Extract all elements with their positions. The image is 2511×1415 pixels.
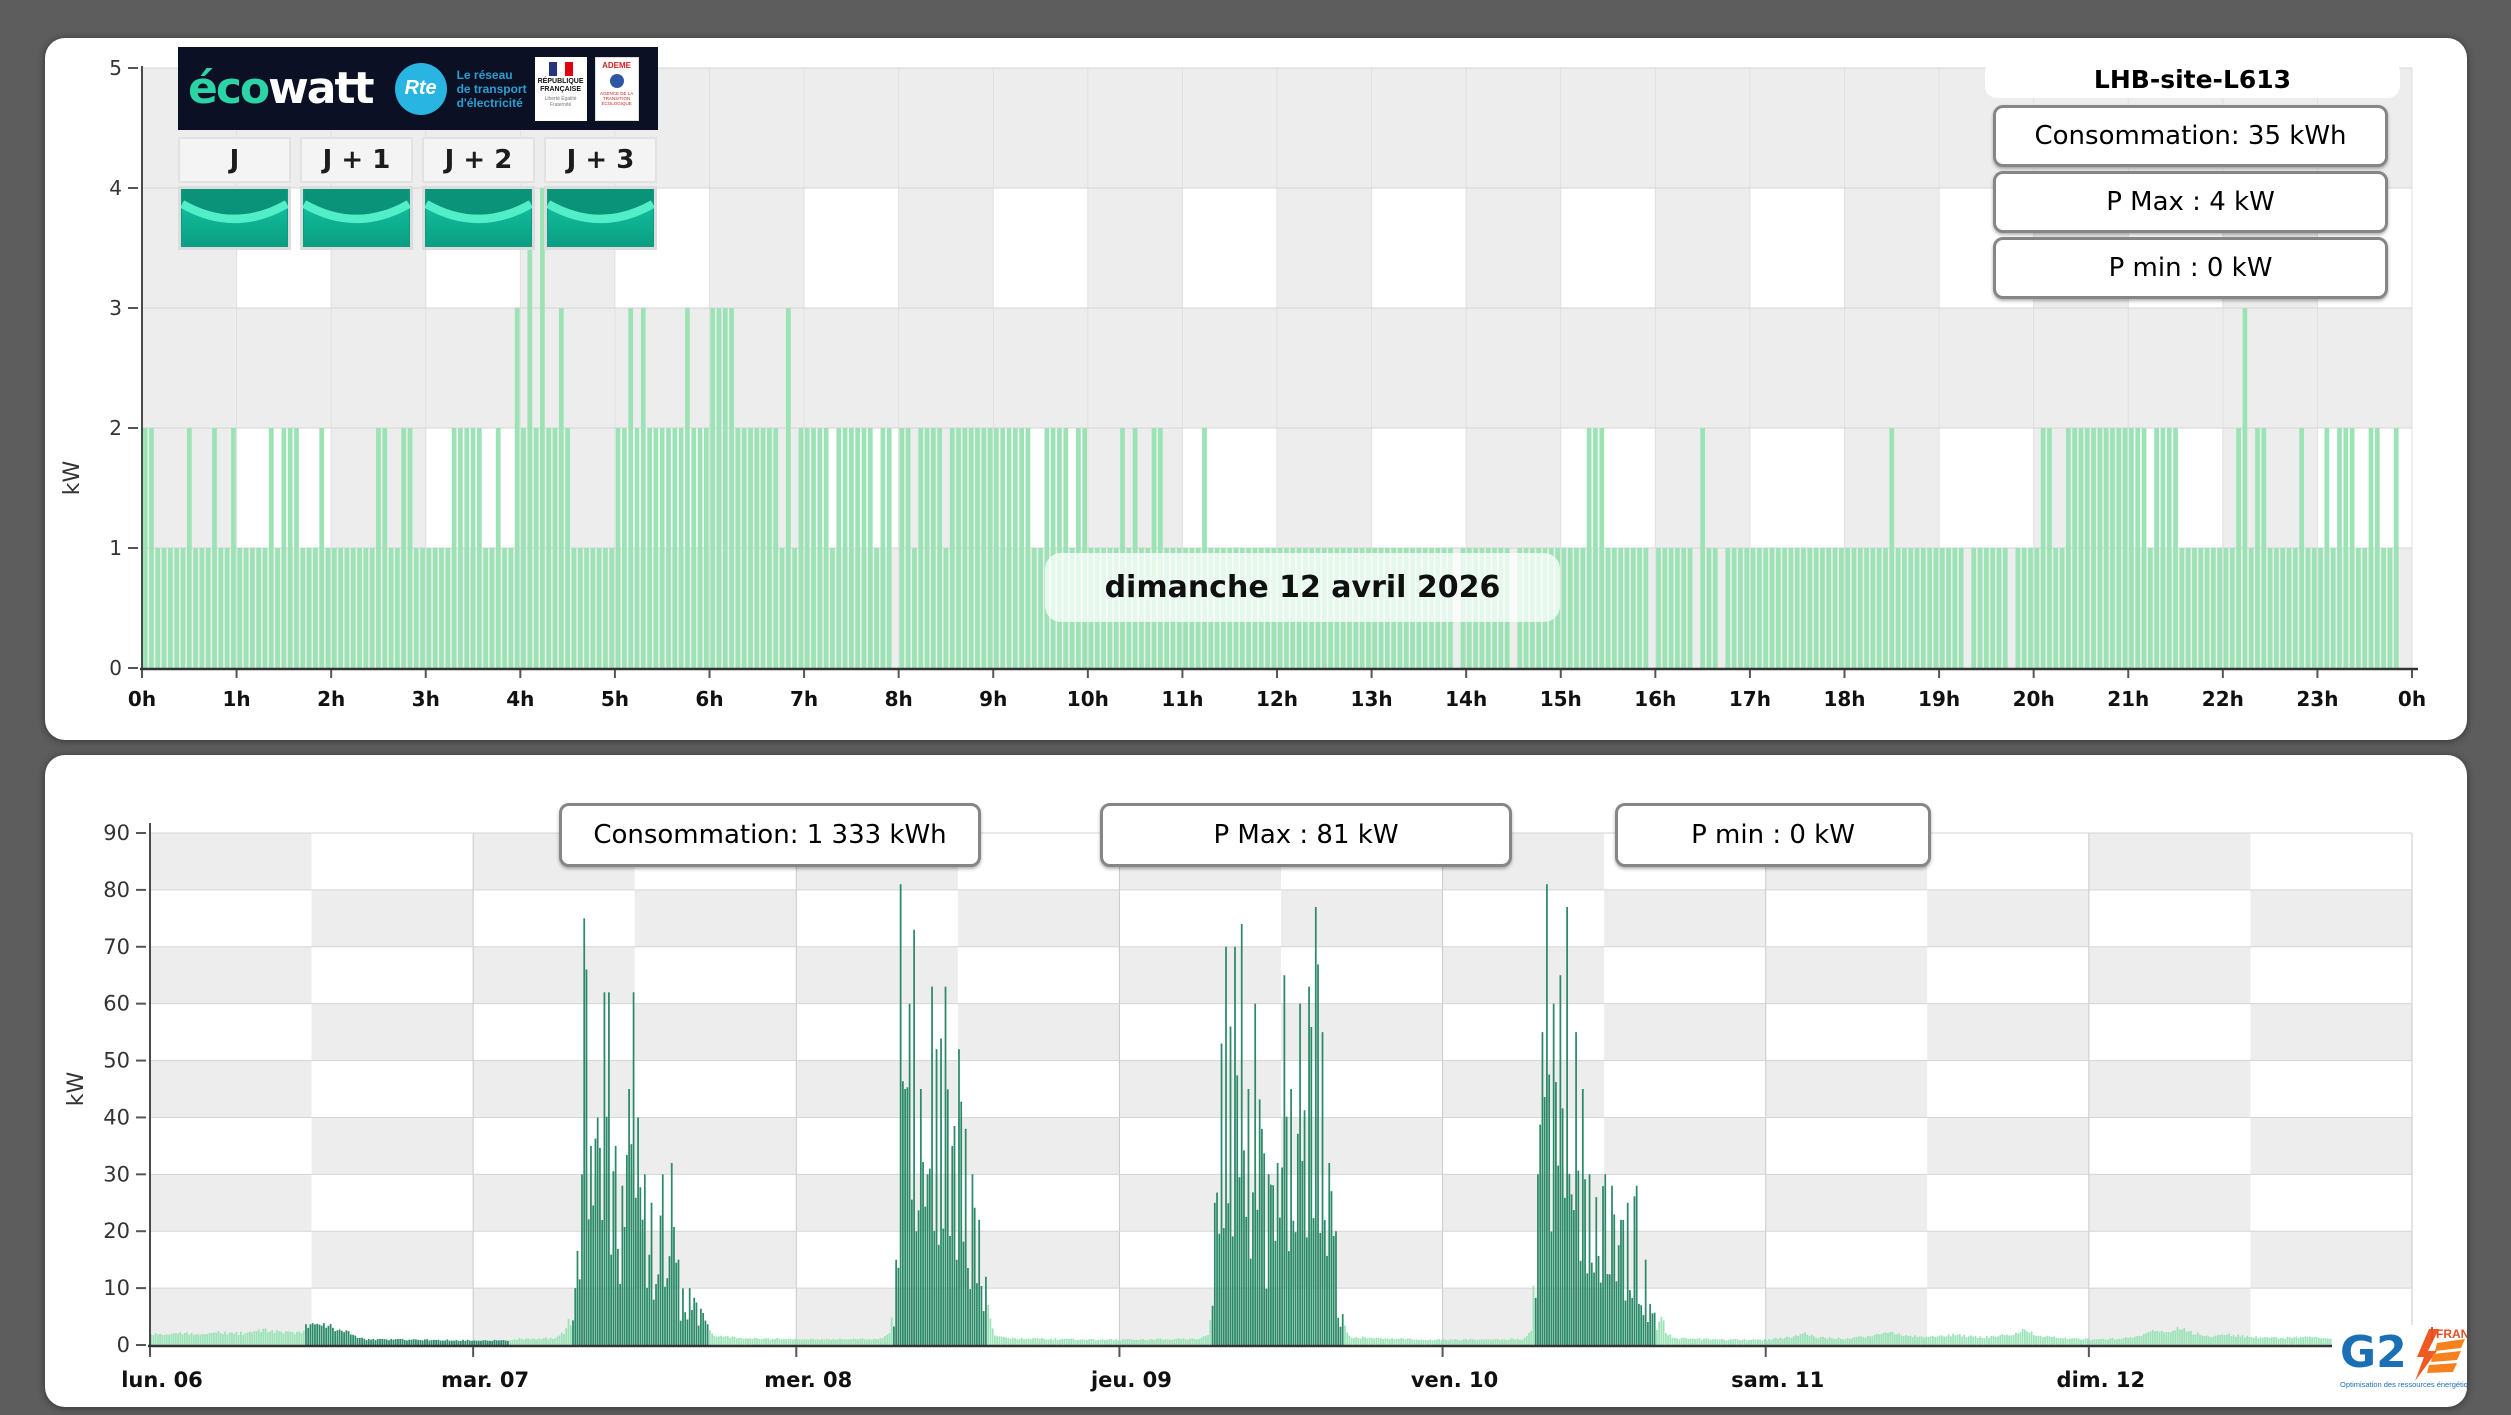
ecowatt-gauge-j2-icon[interactable] xyxy=(422,186,535,250)
svg-text:mar. 07: mar. 07 xyxy=(441,1368,529,1392)
weekly-pmin-stat: P min : 0 kW xyxy=(1615,803,1931,867)
svg-text:16h: 16h xyxy=(1634,687,1676,711)
svg-text:11h: 11h xyxy=(1161,687,1203,711)
svg-text:19h: 19h xyxy=(1918,687,1960,711)
svg-text:14h: 14h xyxy=(1445,687,1487,711)
g2e-tagline: Optimisation des ressources énergétiques xyxy=(2340,1380,2467,1389)
weekly-consumption-stat: Consommation: 1 333 kWh xyxy=(559,803,981,867)
weekly-pmax-stat: P Max : 81 kW xyxy=(1100,803,1512,867)
svg-text:dim. 12: dim. 12 xyxy=(2057,1368,2146,1392)
day-button-j2-label[interactable]: J + 2 xyxy=(422,137,535,183)
svg-text:40: 40 xyxy=(103,1105,130,1129)
svg-text:1h: 1h xyxy=(223,687,251,711)
day-button-j3-label[interactable]: J + 3 xyxy=(544,137,657,183)
svg-text:22h: 22h xyxy=(2202,687,2244,711)
ecowatt-eco-text: éco xyxy=(188,63,270,114)
date-label: dimanche 12 avril 2026 xyxy=(1045,553,1560,622)
svg-text:0h: 0h xyxy=(2398,687,2426,711)
daily-chart-panel: 0 1 2 3 4 5 0h 1h 2h 3h 4h 5h 6h 7h 8h 9h 10h 11h 12h 13h 14… xyxy=(45,38,2467,740)
rte-logo-icon: Rte xyxy=(394,62,447,115)
svg-text:20: 20 xyxy=(103,1219,130,1243)
svg-text:sam. 11: sam. 11 xyxy=(1731,1368,1824,1392)
svg-text:5: 5 xyxy=(109,56,122,80)
svg-text:9h: 9h xyxy=(979,687,1007,711)
svg-text:90: 90 xyxy=(103,821,130,845)
daily-consumption-stat: Consommation: 35 kWh xyxy=(1993,105,2388,167)
svg-text:10h: 10h xyxy=(1067,687,1109,711)
dashboard: 0 1 2 3 4 5 0h 1h 2h 3h 4h 5h 6h 7h 8h 9h 10h 11h 12h 13h 14… xyxy=(0,0,2511,1415)
svg-text:8h: 8h xyxy=(885,687,913,711)
g2e-logo: G2 FRANCE Optimisation des ressources én… xyxy=(2332,1325,2467,1405)
ecowatt-watt-text: watt xyxy=(268,63,374,114)
svg-text:15h: 15h xyxy=(1540,687,1582,711)
svg-text:2h: 2h xyxy=(317,687,345,711)
svg-text:lun. 06: lun. 06 xyxy=(121,1368,203,1392)
ademe-logo: ADEME AGENCE DE LA TRANSITION ÉCOLOGIQUE xyxy=(594,56,639,121)
svg-text:23h: 23h xyxy=(2296,687,2338,711)
site-name: LHB-site-L613 xyxy=(1985,60,2400,98)
day-button-j1[interactable]: J + 1 xyxy=(300,137,413,250)
svg-text:3h: 3h xyxy=(412,687,440,711)
svg-text:6h: 6h xyxy=(695,687,723,711)
svg-text:3: 3 xyxy=(109,296,122,320)
ecowatt-brand-bar: écowatt Rte Le réseau de transport d'éle… xyxy=(178,47,658,130)
g2e-g2-text: G2 xyxy=(2340,1327,2407,1378)
day-button-j[interactable]: J xyxy=(178,137,291,250)
daily-pmin-stat: P min : 0 kW xyxy=(1993,237,2388,299)
svg-text:60: 60 xyxy=(103,992,130,1016)
svg-text:13h: 13h xyxy=(1351,687,1393,711)
weekly-chart-panel: 0 10 20 30 40 50 60 70 80 90 lun. 06 mar. 07 mer. 08… xyxy=(45,755,2467,1407)
svg-text:21h: 21h xyxy=(2107,687,2149,711)
svg-text:18h: 18h xyxy=(1823,687,1865,711)
svg-text:7h: 7h xyxy=(790,687,818,711)
day-button-j3[interactable]: J + 3 xyxy=(544,137,657,250)
svg-text:kW: kW xyxy=(64,1072,89,1107)
republique-francaise-logo: RÉPUBLIQUE FRANÇAISE Liberté Égalité Frat… xyxy=(534,56,587,121)
svg-text:ven. 10: ven. 10 xyxy=(1411,1368,1498,1392)
svg-text:mer. 08: mer. 08 xyxy=(764,1368,852,1392)
ecowatt-logo: écowatt xyxy=(188,63,375,114)
svg-text:20h: 20h xyxy=(2013,687,2055,711)
svg-text:jeu. 09: jeu. 09 xyxy=(1090,1368,1172,1392)
ademe-globe-icon xyxy=(609,73,624,88)
french-flag-icon xyxy=(548,61,573,76)
ecowatt-gauge-j1-icon[interactable] xyxy=(300,186,413,250)
svg-text:30: 30 xyxy=(103,1162,130,1186)
svg-text:kW: kW xyxy=(60,461,85,496)
g2e-france-text: FRANCE xyxy=(2431,1327,2467,1341)
svg-text:4h: 4h xyxy=(506,687,534,711)
svg-text:10: 10 xyxy=(103,1276,130,1300)
svg-text:1: 1 xyxy=(109,536,122,560)
daily-pmax-stat: P Max : 4 kW xyxy=(1993,171,2388,233)
svg-text:4: 4 xyxy=(109,176,122,200)
svg-text:2: 2 xyxy=(109,416,122,440)
svg-text:0: 0 xyxy=(109,656,122,680)
svg-text:0: 0 xyxy=(117,1333,130,1357)
svg-text:50: 50 xyxy=(103,1049,130,1073)
ecowatt-gauge-j3-icon[interactable] xyxy=(544,186,657,250)
svg-text:17h: 17h xyxy=(1729,687,1771,711)
svg-text:5h: 5h xyxy=(601,687,629,711)
ecowatt-gauge-j-icon[interactable] xyxy=(178,186,291,250)
day-button-j1-label[interactable]: J + 1 xyxy=(300,137,413,183)
svg-text:70: 70 xyxy=(103,935,130,959)
svg-text:12h: 12h xyxy=(1256,687,1298,711)
svg-text:80: 80 xyxy=(103,878,130,902)
rte-tagline: Le réseau de transport d'électricité xyxy=(456,67,527,110)
day-button-j2[interactable]: J + 2 xyxy=(422,137,535,250)
day-button-j-label[interactable]: J xyxy=(178,137,291,183)
svg-text:0h: 0h xyxy=(128,687,156,711)
